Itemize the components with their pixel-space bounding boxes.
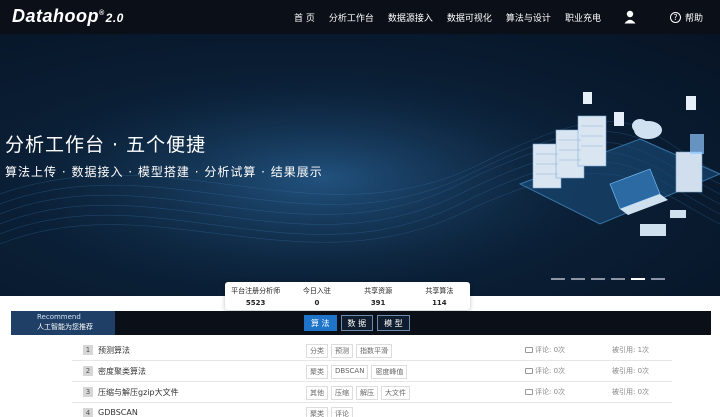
item-citations: 被引用: 0次 xyxy=(612,388,650,396)
list-item[interactable]: 4 GDBSCAN 聚类 评论 xyxy=(72,403,672,417)
item-tag[interactable]: 聚类 xyxy=(306,365,328,379)
item-tag[interactable]: 分类 xyxy=(306,344,328,358)
item-tag[interactable]: 其他 xyxy=(306,386,328,400)
tab-model[interactable]: 模 型 xyxy=(377,315,410,331)
logo-text: Datahoop xyxy=(12,6,99,26)
item-tags: 聚类 评论 xyxy=(306,407,353,417)
carousel-dot[interactable] xyxy=(651,278,665,280)
carousel-dot[interactable] xyxy=(551,278,565,280)
nav-workbench[interactable]: 分析工作台 xyxy=(329,11,374,24)
item-tags: 其他 压缩 解压 大文件 xyxy=(306,386,410,400)
nav-visualization[interactable]: 数据可视化 xyxy=(447,11,492,24)
stat-value: 391 xyxy=(370,299,386,307)
item-citations: 被引用: 1次 xyxy=(612,346,650,354)
stat-label: 共享资源 xyxy=(364,287,393,295)
item-tag[interactable]: 解压 xyxy=(356,386,378,400)
nav-data-source[interactable]: 数据源接入 xyxy=(388,11,433,24)
help-label: 帮助 xyxy=(685,14,704,24)
item-title[interactable]: 压缩与解压gzip大文件 xyxy=(98,387,179,398)
item-title[interactable]: GDBSCAN xyxy=(98,408,138,417)
hero-title: 分析工作台 · 五个便捷 xyxy=(5,134,207,156)
item-tags: 聚类 DBSCAN 密度峰值 xyxy=(306,365,408,379)
recommend-tabs: 算 法 数 据 模 型 xyxy=(304,315,410,331)
item-rank: 3 xyxy=(83,387,93,397)
stat-label: 平台注册分析师 xyxy=(231,287,281,295)
item-tag[interactable]: 压缩 xyxy=(331,386,353,400)
item-tag[interactable]: 密度峰值 xyxy=(371,365,408,379)
top-nav-bar: Datahoop®2.0 首 页 分析工作台 数据源接入 数据可视化 算法与设计… xyxy=(0,0,720,34)
item-rank: 1 xyxy=(83,345,93,355)
comment-icon xyxy=(525,368,533,374)
nav-algorithm[interactable]: 算法与设计 xyxy=(506,11,551,24)
user-icon[interactable] xyxy=(624,10,636,24)
item-comments: 评论: 0次 xyxy=(525,345,565,355)
recommend-label-cn: 人工智能为您推荐 xyxy=(37,323,93,331)
item-tag[interactable]: 评论 xyxy=(331,407,353,417)
stat-label: 共享算法 xyxy=(425,287,454,295)
help-link[interactable]: ? 帮助 xyxy=(670,11,703,24)
recommend-label: Recommend 人工智能为您推荐 xyxy=(11,311,115,335)
item-tag[interactable]: 大文件 xyxy=(381,386,410,400)
item-tags: 分类 预测 指数平滑 xyxy=(306,344,392,358)
recommend-label-en: Recommend xyxy=(37,313,81,321)
comment-count: 评论: 0次 xyxy=(535,367,566,375)
stat-value: 5523 xyxy=(245,299,266,307)
stat-shared-resources: 共享资源 391 xyxy=(348,282,409,310)
stat-shared-algorithms: 共享算法 114 xyxy=(409,282,470,310)
stat-today-joined: 今日入驻 0 xyxy=(286,282,347,310)
list-item[interactable]: 2 密度聚类算法 聚类 DBSCAN 密度峰值 评论: 0次 被引用: 0次 xyxy=(72,361,672,382)
main-nav: 首 页 分析工作台 数据源接入 数据可视化 算法与设计 职业充电 xyxy=(294,11,615,24)
recommend-bar: Recommend 人工智能为您推荐 算 法 数 据 模 型 xyxy=(11,311,711,335)
carousel-dot[interactable] xyxy=(611,278,625,280)
platform-stats-card: 平台注册分析师 5523 今日入驻 0 共享资源 391 共享算法 114 xyxy=(225,282,470,310)
item-comments: 评论: 0次 xyxy=(525,387,565,397)
carousel-dot-active[interactable] xyxy=(631,278,645,280)
hero-subtitle: 算法上传 · 数据接入 · 模型搭建 · 分析试算 · 结果展示 xyxy=(5,165,323,179)
item-title[interactable]: 预测算法 xyxy=(98,345,130,356)
logo-mark: ® xyxy=(99,10,105,17)
item-rank: 4 xyxy=(83,408,93,417)
carousel-dots xyxy=(551,278,665,280)
tab-algorithm[interactable]: 算 法 xyxy=(304,315,337,331)
stat-value: 0 xyxy=(314,299,320,307)
item-citations: 被引用: 0次 xyxy=(612,367,650,375)
item-tag[interactable]: 指数平滑 xyxy=(356,344,392,358)
list-item[interactable]: 3 压缩与解压gzip大文件 其他 压缩 解压 大文件 评论: 0次 被引用: … xyxy=(72,382,672,403)
comment-count: 评论: 0次 xyxy=(535,346,566,354)
item-comments: 评论: 0次 xyxy=(525,366,565,376)
list-item[interactable]: 1 预测算法 分类 预测 指数平滑 评论: 0次 被引用: 1次 xyxy=(72,340,672,361)
nav-career[interactable]: 职业充电 xyxy=(565,11,601,24)
carousel-dot[interactable] xyxy=(571,278,585,280)
item-title[interactable]: 密度聚类算法 xyxy=(98,366,146,377)
hero-banner: 分析工作台 · 五个便捷 算法上传 · 数据接入 · 模型搭建 · 分析试算 ·… xyxy=(0,34,720,296)
item-tag[interactable]: 聚类 xyxy=(306,407,328,417)
carousel-dot[interactable] xyxy=(591,278,605,280)
comment-icon xyxy=(525,347,533,353)
comment-count: 评论: 0次 xyxy=(535,388,566,396)
help-icon: ? xyxy=(670,12,681,23)
recommend-list: 1 预测算法 分类 预测 指数平滑 评论: 0次 被引用: 1次 2 密度聚类算… xyxy=(72,340,672,417)
stat-registered-analysts: 平台注册分析师 5523 xyxy=(225,282,286,310)
item-rank: 2 xyxy=(83,366,93,376)
item-tag[interactable]: DBSCAN xyxy=(331,365,369,379)
item-tag[interactable]: 预测 xyxy=(331,344,353,358)
nav-home[interactable]: 首 页 xyxy=(294,11,315,24)
stat-value: 114 xyxy=(432,299,447,307)
datahoop-logo[interactable]: Datahoop®2.0 xyxy=(12,6,124,27)
stat-label: 今日入驻 xyxy=(302,287,331,295)
tab-data[interactable]: 数 据 xyxy=(340,315,374,331)
logo-version: 2.0 xyxy=(105,11,124,25)
comment-icon xyxy=(525,389,533,395)
